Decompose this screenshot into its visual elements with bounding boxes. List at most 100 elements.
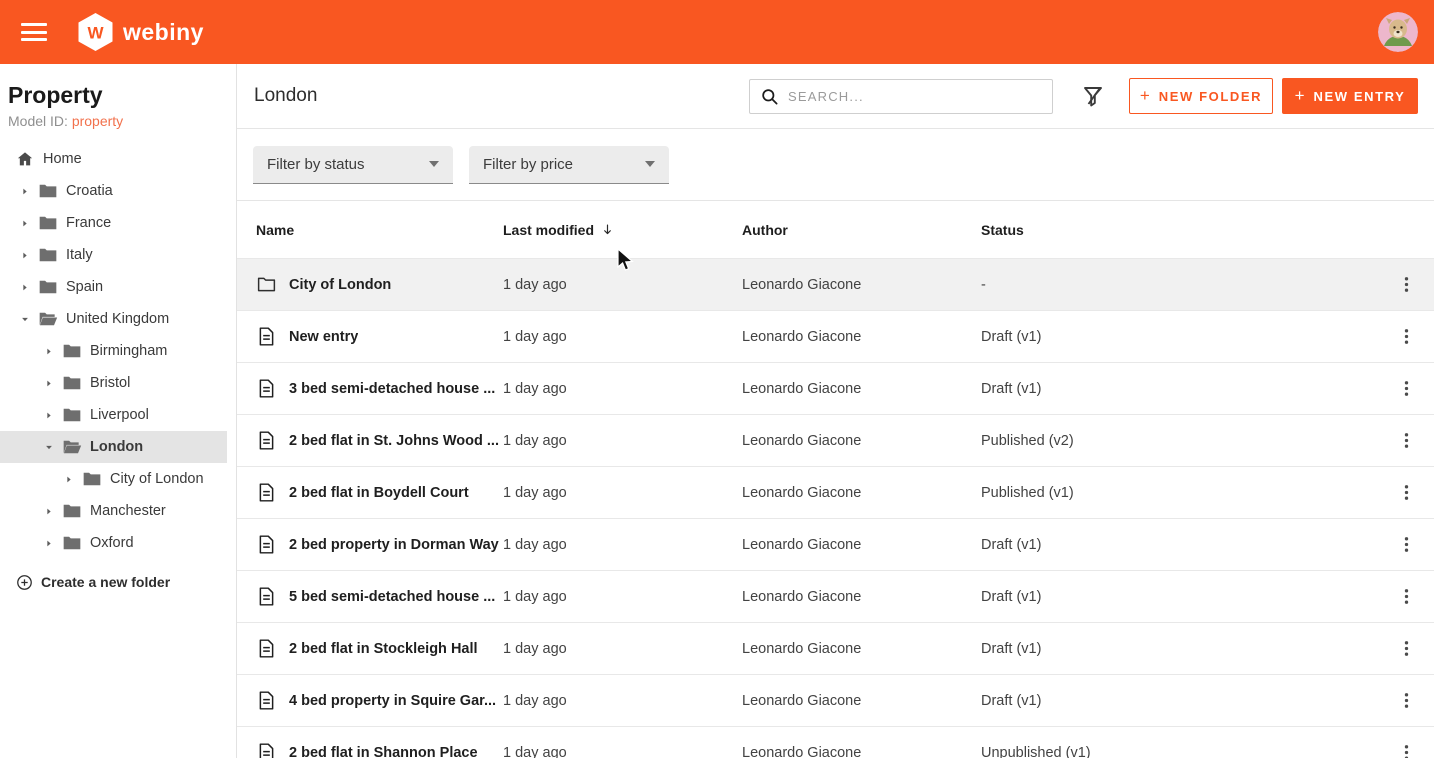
- new-folder-button[interactable]: + NEW FOLDER: [1129, 78, 1273, 114]
- sidebar-item-oxford[interactable]: Oxford: [0, 527, 236, 559]
- sidebar: Property Model ID: property Home Croatia…: [0, 64, 237, 758]
- sidebar-item-label: Liverpool: [90, 407, 149, 423]
- search-input[interactable]: [788, 89, 1042, 104]
- new-entry-label: NEW ENTRY: [1314, 89, 1406, 104]
- sidebar-item-manchester[interactable]: Manchester: [0, 495, 236, 527]
- sidebar-item-london[interactable]: London: [0, 431, 227, 463]
- search-box[interactable]: [749, 79, 1053, 114]
- home-icon: [16, 150, 34, 168]
- document-icon: [256, 690, 277, 711]
- table-row[interactable]: 2 bed flat in Shannon Place 1 day ago Le…: [237, 726, 1434, 758]
- sidebar-item-italy[interactable]: Italy: [0, 239, 236, 271]
- page-title: London: [254, 85, 317, 107]
- row-status: Draft (v1): [981, 537, 1378, 553]
- row-status: Draft (v1): [981, 381, 1378, 397]
- row-name[interactable]: City of London: [289, 277, 391, 293]
- row-name[interactable]: 2 bed flat in Shannon Place: [289, 745, 478, 758]
- chevron-down-icon[interactable]: [20, 314, 30, 324]
- chevron-right-icon[interactable]: [20, 250, 30, 260]
- row-author: Leonardo Giacone: [742, 537, 981, 553]
- chevron-right-icon[interactable]: [20, 218, 30, 228]
- filter-by-price-select[interactable]: Filter by price: [469, 146, 669, 184]
- folder-tree: Home Croatia France Italy Spain: [0, 143, 236, 559]
- kebab-menu-icon[interactable]: [1392, 687, 1420, 715]
- folder-icon: [62, 405, 82, 425]
- folder-icon: [38, 277, 58, 297]
- document-icon: [256, 638, 277, 659]
- table-row[interactable]: 2 bed flat in St. Johns Wood ... 1 day a…: [237, 414, 1434, 466]
- kebab-menu-icon[interactable]: [1392, 635, 1420, 663]
- sidebar-item-city-of-london[interactable]: City of London: [0, 463, 236, 495]
- table-row[interactable]: 2 bed property in Dorman Way 1 day ago L…: [237, 518, 1434, 570]
- model-id-link[interactable]: property: [72, 113, 123, 129]
- chevron-down-icon[interactable]: [44, 442, 54, 452]
- table-row[interactable]: 2 bed flat in Boydell Court 1 day ago Le…: [237, 466, 1434, 518]
- folder-icon: [38, 213, 58, 233]
- row-name[interactable]: 2 bed flat in Boydell Court: [289, 485, 469, 501]
- column-author[interactable]: Author: [742, 222, 981, 238]
- sidebar-item-spain[interactable]: Spain: [0, 271, 236, 303]
- column-last-modified[interactable]: Last modified: [503, 222, 742, 238]
- chevron-right-icon[interactable]: [44, 378, 54, 388]
- kebab-menu-icon[interactable]: [1392, 583, 1420, 611]
- row-modified: 1 day ago: [503, 589, 742, 605]
- row-name[interactable]: 2 bed flat in Stockleigh Hall: [289, 641, 478, 657]
- row-name[interactable]: 4 bed property in Squire Gar...: [289, 693, 496, 709]
- dropdown-caret-icon: [645, 161, 655, 167]
- document-icon: [256, 482, 277, 503]
- kebab-menu-icon[interactable]: [1392, 531, 1420, 559]
- column-status[interactable]: Status: [981, 222, 1378, 238]
- chevron-right-icon[interactable]: [64, 474, 74, 484]
- sidebar-item-label: Bristol: [90, 375, 130, 391]
- row-name[interactable]: 2 bed flat in St. Johns Wood ...: [289, 433, 499, 449]
- sidebar-item-france[interactable]: France: [0, 207, 236, 239]
- chevron-right-icon[interactable]: [44, 506, 54, 516]
- column-name[interactable]: Name: [237, 222, 503, 238]
- chevron-right-icon[interactable]: [44, 410, 54, 420]
- table-row[interactable]: 2 bed flat in Stockleigh Hall 1 day ago …: [237, 622, 1434, 674]
- row-modified: 1 day ago: [503, 277, 742, 293]
- table-row[interactable]: City of London 1 day ago Leonardo Giacon…: [237, 258, 1434, 310]
- table-row[interactable]: 5 bed semi-detached house ... 1 day ago …: [237, 570, 1434, 622]
- kebab-menu-icon[interactable]: [1392, 427, 1420, 455]
- folder-icon: [62, 533, 82, 553]
- folder-icon: [62, 501, 82, 521]
- menu-icon[interactable]: [21, 23, 47, 41]
- row-name[interactable]: 5 bed semi-detached house ...: [289, 589, 495, 605]
- kebab-menu-icon[interactable]: [1392, 479, 1420, 507]
- sidebar-item-croatia[interactable]: Croatia: [0, 175, 236, 207]
- create-folder-label: Create a new folder: [41, 574, 170, 590]
- filter-by-status-select[interactable]: Filter by status: [253, 146, 453, 184]
- folder-open-icon: [38, 309, 58, 329]
- table-row[interactable]: 3 bed semi-detached house ... 1 day ago …: [237, 362, 1434, 414]
- sidebar-item-liverpool[interactable]: Liverpool: [0, 399, 236, 431]
- row-modified: 1 day ago: [503, 537, 742, 553]
- sidebar-item-bristol[interactable]: Bristol: [0, 367, 236, 399]
- sidebar-item-home[interactable]: Home: [0, 143, 236, 175]
- row-name[interactable]: New entry: [289, 329, 358, 345]
- model-title: Property: [8, 82, 228, 109]
- chevron-right-icon[interactable]: [20, 282, 30, 292]
- chevron-right-icon[interactable]: [20, 186, 30, 196]
- row-author: Leonardo Giacone: [742, 693, 981, 709]
- kebab-menu-icon[interactable]: [1392, 323, 1420, 351]
- table-row[interactable]: 4 bed property in Squire Gar... 1 day ag…: [237, 674, 1434, 726]
- create-folder-button[interactable]: Create a new folder: [0, 567, 236, 597]
- kebab-menu-icon[interactable]: [1392, 375, 1420, 403]
- new-entry-button[interactable]: + NEW ENTRY: [1282, 78, 1418, 114]
- row-name[interactable]: 2 bed property in Dorman Way: [289, 537, 499, 553]
- filter-toggle-icon[interactable]: [1079, 82, 1107, 110]
- row-name[interactable]: 3 bed semi-detached house ...: [289, 381, 495, 397]
- table-row[interactable]: New entry 1 day ago Leonardo Giacone Dra…: [237, 310, 1434, 362]
- sidebar-item-birmingham[interactable]: Birmingham: [0, 335, 236, 367]
- sidebar-item-label: Birmingham: [90, 343, 167, 359]
- user-avatar[interactable]: [1378, 12, 1418, 52]
- sidebar-item-united-kingdom[interactable]: United Kingdom: [0, 303, 236, 335]
- kebab-menu-icon[interactable]: [1392, 271, 1420, 299]
- chevron-right-icon[interactable]: [44, 538, 54, 548]
- new-folder-label: NEW FOLDER: [1159, 89, 1262, 104]
- chevron-right-icon[interactable]: [44, 346, 54, 356]
- plus-icon: +: [1140, 86, 1150, 106]
- kebab-menu-icon[interactable]: [1392, 739, 1420, 758]
- sort-descending-icon[interactable]: [600, 222, 615, 237]
